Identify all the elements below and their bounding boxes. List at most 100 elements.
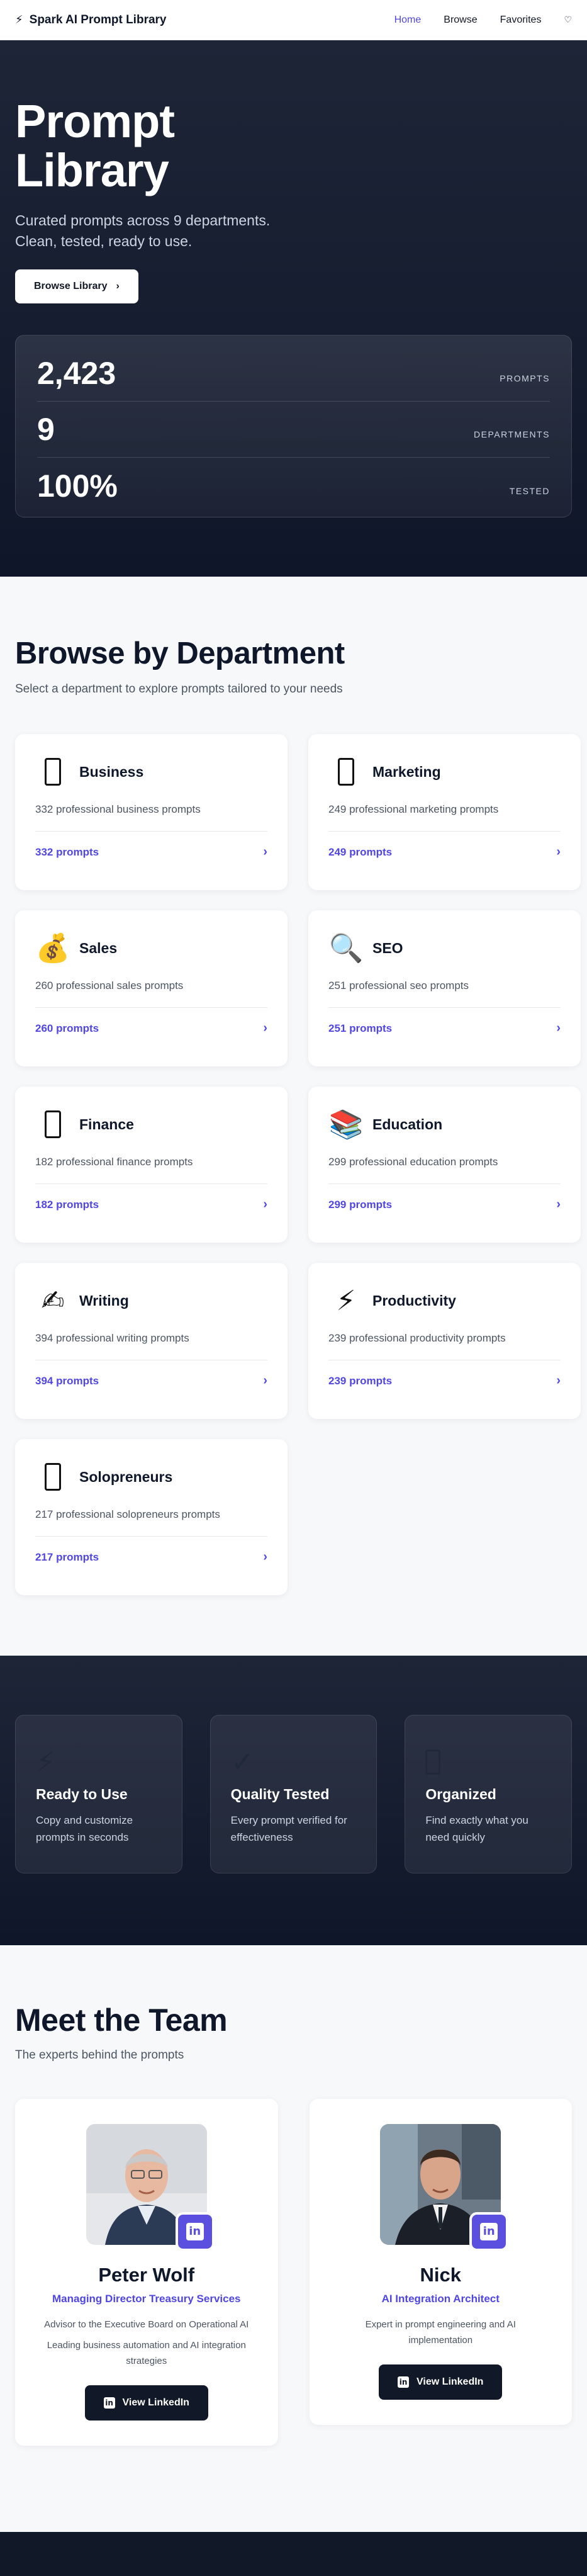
chevron-right-icon[interactable]: › xyxy=(263,1374,267,1388)
card-footer: 182 prompts › xyxy=(35,1183,267,1225)
card-footer: 332 prompts › xyxy=(35,831,267,873)
rocket-icon xyxy=(35,1459,70,1494)
department-card-productivity[interactable]: ⚡ Productivity 239 professional productivi… xyxy=(308,1263,581,1419)
feature-description: Copy and customize prompts in seconds xyxy=(36,1814,133,1843)
chevron-right-icon[interactable]: › xyxy=(263,1550,267,1564)
chevron-right-icon[interactable]: › xyxy=(263,845,267,859)
department-name: Marketing xyxy=(372,763,441,780)
view-linkedin-button[interactable]: in View LinkedIn xyxy=(84,2385,208,2421)
books-icon: 📚 xyxy=(328,1109,364,1140)
hero-subtitle: Curated prompts across 9 departments. Cl… xyxy=(15,212,271,249)
stat-label: DEPARTMENTS xyxy=(474,429,550,439)
stat-tested: 100% TESTED xyxy=(37,458,550,514)
lightning-icon: ⚡ xyxy=(36,1746,55,1778)
nav-links: Home Browse Favorites ♡ xyxy=(394,14,572,26)
top-nav: ⚡ Spark AI Prompt Library Home Browse Fa… xyxy=(0,0,587,40)
hero-section: Prompt Library Curated prompts across 9 … xyxy=(0,40,587,577)
department-name: Business xyxy=(79,763,144,780)
stat-value: 2,423 xyxy=(37,356,116,391)
money-bag-icon: 💰 xyxy=(35,933,70,964)
avatar-wrap: in xyxy=(86,2124,215,2251)
member-description: Advisor to the Executive Board on Operat… xyxy=(44,2319,249,2330)
hero-title: Prompt Library xyxy=(15,95,175,196)
nav-link-home[interactable]: Home xyxy=(394,14,422,26)
member-description: Leading business automation and AI integ… xyxy=(47,2340,246,2366)
stat-departments: 9 DEPARTMENTS xyxy=(37,402,550,458)
department-name: Finance xyxy=(79,1116,134,1133)
team-member-card: in Peter Wolf Managing Director Treasury… xyxy=(15,2099,278,2446)
chevron-right-icon[interactable]: › xyxy=(263,1021,267,1036)
nav-link-favorites[interactable]: Favorites xyxy=(500,14,542,26)
feature-card: ✓ Quality Tested Every prompt verified for… xyxy=(210,1715,377,1873)
prompt-count: 332 prompts xyxy=(35,845,99,858)
departments-subtitle: Select a department to explore prompts t… xyxy=(15,682,343,696)
linkedin-icon: in xyxy=(398,2376,410,2388)
heart-icon[interactable]: ♡ xyxy=(564,14,572,25)
chevron-right-icon[interactable]: › xyxy=(556,1021,561,1036)
avatar-wrap: in xyxy=(380,2124,509,2251)
department-description: 239 professional productivity prompts xyxy=(328,1332,506,1344)
magnifier-icon: 🔍 xyxy=(328,933,364,964)
card-footer: 394 prompts › xyxy=(35,1360,267,1401)
card-header: ⚡ Productivity xyxy=(328,1283,561,1318)
lightning-icon: ⚡ xyxy=(336,1285,356,1316)
features-section: ⚡ Ready to Use Copy and customize prompts … xyxy=(0,1656,587,1945)
department-description: 332 professional business prompts xyxy=(35,803,201,815)
chevron-right-icon[interactable]: › xyxy=(556,1197,561,1212)
linkedin-badge-icon[interactable]: in xyxy=(469,2212,509,2251)
card-footer: 251 prompts › xyxy=(328,1007,561,1049)
writing-hand-icon: ✍ xyxy=(41,1285,65,1316)
chevron-right-icon[interactable]: › xyxy=(263,1197,267,1212)
feature-description: Find exactly what you need quickly xyxy=(425,1814,528,1843)
department-name: Sales xyxy=(79,939,118,956)
departments-title: Browse by Department xyxy=(15,636,345,670)
department-name: SEO xyxy=(372,939,403,956)
department-card-education[interactable]: 📚 Education 299 professional education pro… xyxy=(308,1087,581,1243)
team-section: Meet the Team The experts behind the pro… xyxy=(0,1945,587,2532)
stat-value: 100% xyxy=(37,468,118,504)
department-card-finance[interactable]: Finance 182 professional finance prompts 1… xyxy=(15,1087,288,1243)
prompt-count: 394 prompts xyxy=(35,1374,99,1387)
department-description: 217 professional solopreneurs prompts xyxy=(35,1508,220,1520)
department-card-marketing[interactable]: Marketing 249 professional marketing prom… xyxy=(308,734,581,890)
department-name: Solopreneurs xyxy=(79,1468,173,1485)
department-card-seo[interactable]: 🔍 SEO 251 professional seo prompts 251 prom… xyxy=(308,910,581,1066)
browse-library-button[interactable]: Browse Library › xyxy=(15,269,138,303)
prompt-count: 217 prompts xyxy=(35,1551,99,1563)
card-footer: 249 prompts › xyxy=(328,831,561,873)
linkedin-icon: in xyxy=(103,2397,115,2409)
department-card-writing[interactable]: ✍ Writing 394 professional writing prompts… xyxy=(15,1263,288,1419)
department-name: Productivity xyxy=(372,1292,456,1309)
feature-card: Organized Find exactly what you need quic… xyxy=(405,1715,573,1873)
department-description: 251 professional seo prompts xyxy=(328,980,469,991)
prompt-count: 260 prompts xyxy=(35,1022,99,1034)
nav-link-browse[interactable]: Browse xyxy=(444,14,477,26)
feature-title: Organized xyxy=(425,1786,496,1802)
department-card-solopreneurs[interactable]: Solopreneurs 217 professional solopreneur… xyxy=(15,1439,288,1595)
card-footer: 260 prompts › xyxy=(35,1007,267,1049)
card-header: 💰 Sales xyxy=(35,930,267,966)
department-name: Writing xyxy=(79,1292,129,1309)
view-linkedin-button[interactable]: in View LinkedIn xyxy=(379,2364,503,2400)
team-grid: in Peter Wolf Managing Director Treasury… xyxy=(15,2099,572,2446)
linkedin-badge-icon[interactable]: in xyxy=(175,2212,215,2251)
feature-card: ⚡ Ready to Use Copy and customize prompts … xyxy=(15,1715,182,1873)
chevron-right-icon[interactable]: › xyxy=(556,845,561,859)
card-header: ✍ Writing xyxy=(35,1283,267,1318)
card-header: 🔍 SEO xyxy=(328,930,561,966)
member-name: Nick xyxy=(420,2264,461,2286)
team-member-card: in Nick AI Integration Architect Expert … xyxy=(309,2099,572,2425)
departments-section: Browse by Department Select a department… xyxy=(0,577,587,1656)
member-description: Expert in prompt engineering and AI impl… xyxy=(365,2319,516,2346)
member-role: AI Integration Architect xyxy=(381,2293,500,2305)
feature-title: Ready to Use xyxy=(36,1786,128,1802)
stat-label: TESTED xyxy=(509,485,550,496)
chevron-right-icon[interactable]: › xyxy=(556,1374,561,1388)
department-card-business[interactable]: Business 332 professional business prompt… xyxy=(15,734,288,890)
browse-library-label: Browse Library xyxy=(34,281,108,291)
department-grid: Business 332 professional business prompt… xyxy=(15,734,581,1595)
department-card-sales[interactable]: 💰 Sales 260 professional sales prompts 260 … xyxy=(15,910,288,1066)
brand[interactable]: ⚡ Spark AI Prompt Library xyxy=(15,13,167,27)
card-header: Finance xyxy=(35,1107,267,1142)
card-header: Business xyxy=(35,754,267,789)
